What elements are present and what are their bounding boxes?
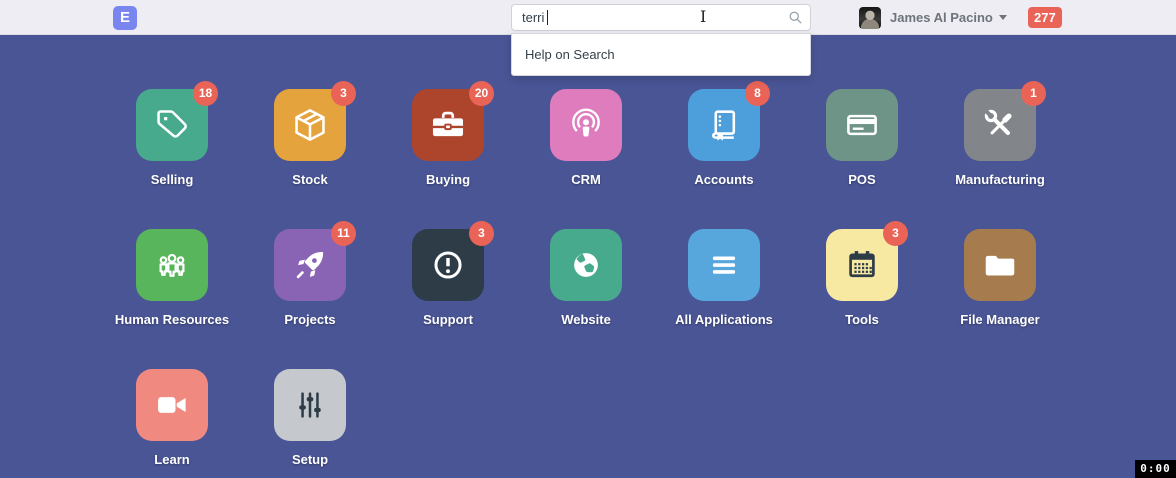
app-support: 3 Support: [379, 229, 517, 369]
app-tile-crm[interactable]: [550, 89, 622, 161]
app-label[interactable]: Support: [379, 312, 517, 327]
credit-card-icon: [843, 106, 881, 144]
app-tile-setup[interactable]: [274, 369, 346, 441]
app-selling: 18 Selling: [103, 89, 241, 229]
notification-count-badge[interactable]: 277: [1028, 7, 1062, 28]
app-tile-website[interactable]: [550, 229, 622, 301]
app-tile-human-resources[interactable]: [136, 229, 208, 301]
app-label[interactable]: File Manager: [931, 312, 1069, 327]
dropdown-item-help-on-search[interactable]: Help on Search: [512, 34, 810, 75]
app-manufacturing: 1 Manufacturing: [931, 89, 1069, 229]
app-label[interactable]: Accounts: [655, 172, 793, 187]
app-label[interactable]: Projects: [241, 312, 379, 327]
app-projects: 11 Projects: [241, 229, 379, 369]
app-accounts: 8 Accounts: [655, 89, 793, 229]
app-pos: POS: [793, 89, 931, 229]
sliders-icon: [291, 386, 329, 424]
app-tools: 3 Tools: [793, 229, 931, 369]
app-setup: Setup: [241, 369, 379, 478]
ledger-icon: [705, 106, 743, 144]
app-file-manager: File Manager: [931, 229, 1069, 369]
wrench-screwdriver-icon: [981, 106, 1019, 144]
open-count-badge: 11: [331, 221, 356, 246]
app-crm: CRM: [517, 89, 655, 229]
podcast-icon: [567, 106, 605, 144]
alert-circle-icon: [429, 246, 467, 284]
menu-icon: [705, 246, 743, 284]
app-label[interactable]: Tools: [793, 312, 931, 327]
app-label[interactable]: Stock: [241, 172, 379, 187]
app-buying: 20 Buying: [379, 89, 517, 229]
app-label[interactable]: Selling: [103, 172, 241, 187]
app-tile-tools[interactable]: 3: [826, 229, 898, 301]
open-count-badge: 3: [331, 81, 356, 106]
people-icon: [153, 246, 191, 284]
app-tile-learn[interactable]: [136, 369, 208, 441]
app-tile-accounts[interactable]: 8: [688, 89, 760, 161]
open-count-badge: 18: [193, 81, 218, 106]
briefcase-icon: [429, 106, 467, 144]
open-count-badge: 3: [469, 221, 494, 246]
app-grid: 18 Selling 3 Stock 20 Buying CRM 8 Accou…: [103, 35, 1069, 478]
open-count-badge: 1: [1021, 81, 1046, 106]
search-input[interactable]: [511, 4, 811, 31]
open-count-badge: 3: [883, 221, 908, 246]
app-tile-stock[interactable]: 3: [274, 89, 346, 161]
app-label[interactable]: Human Resources: [103, 312, 241, 327]
open-count-badge: 8: [745, 81, 770, 106]
app-human-resources: Human Resources: [103, 229, 241, 369]
app-label[interactable]: Website: [517, 312, 655, 327]
user-avatar[interactable]: [859, 7, 881, 29]
chevron-down-icon: [999, 15, 1007, 20]
folder-icon: [981, 246, 1019, 284]
app-tile-projects[interactable]: 11: [274, 229, 346, 301]
video-camera-icon: [153, 386, 191, 424]
app-label[interactable]: POS: [793, 172, 931, 187]
search-dropdown: Help on Search: [511, 33, 811, 76]
rocket-icon: [291, 246, 329, 284]
calendar-icon: [843, 246, 881, 284]
app-website: Website: [517, 229, 655, 369]
user-name: James Al Pacino: [890, 10, 993, 25]
app-label[interactable]: Setup: [241, 452, 379, 467]
app-label[interactable]: CRM: [517, 172, 655, 187]
app-label[interactable]: Manufacturing: [931, 172, 1069, 187]
user-menu[interactable]: James Al Pacino: [859, 0, 1007, 35]
app-learn: Learn: [103, 369, 241, 478]
app-tile-manufacturing[interactable]: 1: [964, 89, 1036, 161]
app-tile-pos[interactable]: [826, 89, 898, 161]
app-tile-selling[interactable]: 18: [136, 89, 208, 161]
globe-icon: [567, 246, 605, 284]
app-label[interactable]: All Applications: [655, 312, 793, 327]
app-label[interactable]: Buying: [379, 172, 517, 187]
app-all-applications: All Applications: [655, 229, 793, 369]
app-tile-file-manager[interactable]: [964, 229, 1036, 301]
search-icon[interactable]: [788, 10, 803, 25]
app-tile-support[interactable]: 3: [412, 229, 484, 301]
open-count-badge: 20: [469, 81, 494, 106]
app-logo[interactable]: E: [113, 6, 137, 30]
global-search: I: [511, 4, 811, 31]
app-tile-buying[interactable]: 20: [412, 89, 484, 161]
text-caret: [547, 10, 548, 25]
tag-icon: [153, 106, 191, 144]
app-stock: 3 Stock: [241, 89, 379, 229]
app-label[interactable]: Learn: [103, 452, 241, 467]
top-navbar: E I James Al Pacino 277: [0, 0, 1176, 35]
app-tile-all-applications[interactable]: [688, 229, 760, 301]
recording-timer: 0:00: [1135, 460, 1176, 478]
box-icon: [291, 106, 329, 144]
